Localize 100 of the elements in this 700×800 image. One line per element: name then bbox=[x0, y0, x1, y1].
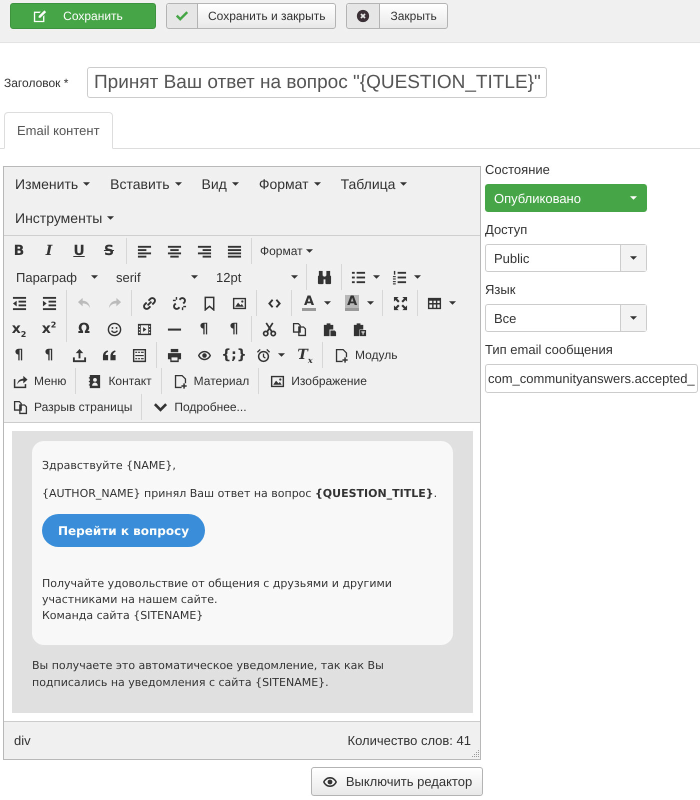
numbered-list-icon[interactable] bbox=[392, 270, 407, 284]
caret-icon[interactable] bbox=[414, 275, 421, 279]
toolbar-button[interactable]: Контакт bbox=[78, 369, 159, 393]
edit-icon bbox=[33, 9, 48, 23]
pages-icon bbox=[13, 400, 28, 414]
link-icon[interactable] bbox=[142, 296, 156, 310]
table-icon[interactable] bbox=[427, 296, 442, 310]
toggle-editor-button[interactable]: Выключить редактор bbox=[311, 767, 483, 796]
clipboard-icon[interactable] bbox=[322, 322, 336, 336]
caret-icon bbox=[232, 182, 239, 186]
dropdown-select[interactable]: Все bbox=[485, 304, 647, 332]
caret-icon bbox=[630, 196, 636, 200]
signature-text: Команда сайта {SITENAME} bbox=[42, 608, 204, 624]
menu-item[interactable]: Инструменты bbox=[5, 201, 124, 235]
toolbar-button[interactable]: Ω bbox=[69, 317, 99, 341]
greeting-text: Здравствуйте {NAME}, bbox=[42, 458, 177, 474]
image-icon bbox=[270, 374, 286, 388]
caret-icon[interactable] bbox=[373, 275, 380, 279]
printer-icon[interactable] bbox=[166, 348, 182, 362]
message-text: {AUTHOR_NAME} принял Ваш ответ на вопрос {QUESTION_TITLE}. bbox=[42, 486, 438, 502]
toolbar-button[interactable]: I bbox=[34, 239, 64, 263]
text-input[interactable]: com_communityanswers.accepted_ bbox=[485, 364, 698, 393]
dropdown-select[interactable]: Public bbox=[485, 244, 647, 272]
word-count: Количество слов: 41 bbox=[348, 733, 471, 748]
copy-icon[interactable] bbox=[292, 322, 306, 336]
check-icon bbox=[175, 9, 189, 23]
caret-icon bbox=[314, 182, 321, 186]
field-label: Состояние bbox=[485, 161, 551, 179]
menu-item[interactable]: Таблица bbox=[330, 167, 418, 201]
toolbar-button[interactable]: Материал bbox=[164, 369, 256, 393]
toolbar-button[interactable]: ¶ bbox=[189, 317, 219, 341]
field-label: Заголовок * bbox=[4, 76, 70, 90]
scissors-icon[interactable] bbox=[262, 322, 276, 336]
toolbar-button[interactable]: ¶ bbox=[34, 343, 64, 367]
align-center-icon[interactable] bbox=[166, 244, 182, 258]
toolbar-button[interactable]: {;} bbox=[219, 343, 249, 367]
text-color-button[interactable]: A bbox=[294, 291, 338, 315]
closing-text: Получайте удовольствие от общения с друзьями и другими участниками на нашем сайте. bbox=[42, 576, 393, 608]
menu-button[interactable]: Формат bbox=[254, 239, 319, 263]
caret-icon bbox=[174, 182, 182, 186]
caret-icon bbox=[107, 216, 114, 220]
contact-book-icon bbox=[87, 374, 102, 388]
expand-icon[interactable] bbox=[392, 296, 408, 310]
highlight-color-button[interactable]: A bbox=[337, 291, 380, 315]
tab[interactable]: Email контент bbox=[4, 112, 113, 149]
toolbar-button[interactable]: U bbox=[64, 239, 94, 263]
upload-icon[interactable] bbox=[72, 348, 86, 362]
clipboard-text-icon[interactable] bbox=[352, 322, 366, 336]
toolbar-button[interactable]: ¶ bbox=[4, 343, 34, 367]
bookmark-icon[interactable] bbox=[202, 296, 216, 310]
unlink-icon[interactable] bbox=[172, 296, 186, 310]
caret-icon bbox=[630, 256, 637, 260]
toolbar-button[interactable]: B bbox=[4, 239, 34, 263]
go-to-question-button[interactable]: Перейти к вопросу bbox=[42, 514, 206, 547]
dashed-box-icon[interactable] bbox=[132, 348, 146, 362]
element-path[interactable]: div bbox=[14, 733, 31, 748]
indent-icon[interactable] bbox=[42, 296, 56, 310]
bullet-list-icon[interactable] bbox=[351, 270, 366, 284]
alarm-clock-icon[interactable] bbox=[256, 348, 271, 362]
toolbar-button[interactable]: S bbox=[94, 239, 124, 263]
menu-item[interactable]: Формат bbox=[248, 167, 331, 201]
caret-icon bbox=[306, 249, 313, 253]
film-icon[interactable] bbox=[136, 322, 152, 336]
toolbar-button[interactable]: T$_{x}$ bbox=[290, 343, 320, 367]
close-icon bbox=[356, 9, 370, 23]
outdent-icon[interactable] bbox=[12, 296, 26, 310]
save-and-close-button[interactable]: Сохранить и закрыть bbox=[166, 3, 336, 29]
menu-item[interactable]: Вид bbox=[192, 167, 249, 201]
caret-icon bbox=[367, 301, 374, 305]
caret-icon bbox=[291, 275, 298, 279]
toolbar-button[interactable]: Меню bbox=[4, 369, 74, 393]
menu-item[interactable]: Изменить bbox=[5, 167, 100, 201]
toolbar-button[interactable]: Изображение bbox=[261, 369, 374, 393]
toolbar-button[interactable]: x$_{2}$ bbox=[4, 317, 34, 341]
toolbar-button[interactable]: Разрыв страницы bbox=[4, 395, 140, 419]
image-icon[interactable] bbox=[232, 296, 246, 310]
toolbar-button[interactable]: Модуль bbox=[325, 343, 405, 367]
title-input[interactable]: Принят Ваш ответ на вопрос "{QUESTION_TITLE}" bbox=[87, 67, 547, 98]
menu-item[interactable]: Вставить bbox=[100, 167, 192, 201]
caret-icon bbox=[191, 275, 198, 279]
caret-icon[interactable] bbox=[449, 301, 456, 305]
toolbar-button[interactable]: Подробнее... bbox=[144, 395, 254, 419]
document-plus-icon bbox=[334, 348, 349, 362]
toolbar-button[interactable]: ¶ bbox=[219, 317, 249, 341]
quote-icon[interactable] bbox=[102, 348, 116, 362]
field-label: Язык bbox=[485, 281, 516, 299]
close-button[interactable]: Закрыть bbox=[346, 3, 448, 29]
caret-icon bbox=[400, 182, 408, 186]
caret-icon[interactable] bbox=[278, 353, 285, 357]
align-left-icon[interactable] bbox=[136, 244, 152, 258]
dropdown-select[interactable]: serif bbox=[104, 265, 204, 289]
toolbar-button[interactable]: x$^{2}$ bbox=[34, 317, 64, 341]
align-right-icon[interactable] bbox=[196, 244, 212, 258]
align-justify-icon[interactable] bbox=[226, 244, 242, 258]
binoculars-icon[interactable] bbox=[316, 270, 332, 284]
dropdown-select[interactable]: Параграф bbox=[4, 265, 104, 289]
dropdown-select[interactable]: 12pt bbox=[204, 265, 304, 289]
caret-icon bbox=[91, 275, 98, 279]
smiley-icon[interactable] bbox=[106, 322, 122, 336]
document-plus-icon bbox=[172, 374, 188, 388]
